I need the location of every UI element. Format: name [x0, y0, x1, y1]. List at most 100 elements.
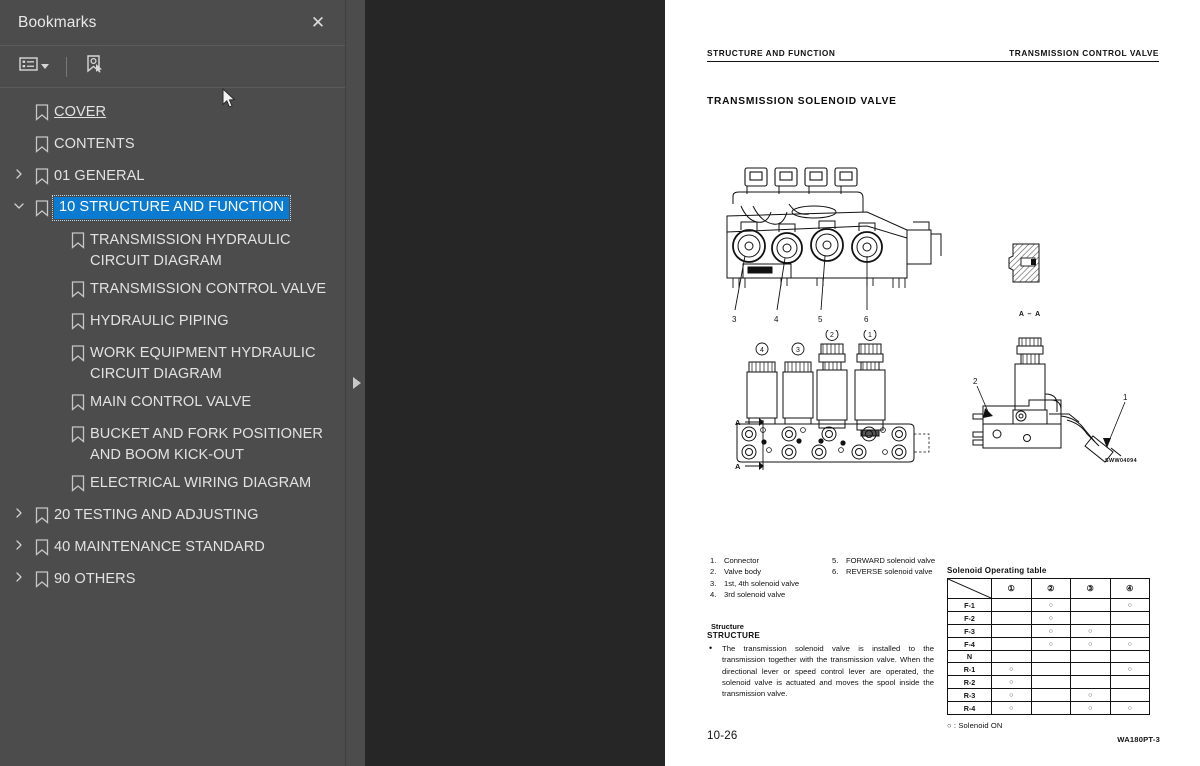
expand-panel-arrow-icon[interactable] [352, 377, 361, 389]
table-cell: ○ [1030, 598, 1071, 612]
bookmark-icon [66, 342, 90, 362]
part-legend-item: 3. 1st, 4th solenoid valve [710, 578, 818, 589]
table-row-header: R-4 [947, 701, 992, 715]
table-cell: ○ [991, 688, 1032, 702]
part-name: Valve body [724, 567, 762, 577]
table-row-header: R-2 [947, 675, 992, 689]
table-cell [1109, 624, 1150, 638]
chevron-right-icon[interactable] [8, 568, 30, 582]
panel-splitter[interactable] [345, 0, 365, 766]
svg-text:2: 2 [830, 332, 834, 339]
table-row-header: F-1 [947, 598, 992, 612]
table-cell [1070, 598, 1111, 612]
structure-body-text: The transmission solenoid valve is insta… [722, 644, 934, 699]
bookmark-item-10-structure-and-function[interactable]: 10 STRUCTURE AND FUNCTION [0, 194, 345, 226]
table-cell: ○ [1030, 624, 1071, 638]
bookmark-icon [30, 165, 54, 185]
bookmark-icon [30, 568, 54, 588]
bookmark-item-electrical-wiring-diagram[interactable]: ELECTRICAL WIRING DIAGRAM [0, 469, 345, 501]
table-cell: ○ [1070, 624, 1111, 638]
table-cell: ○ [1070, 701, 1111, 715]
bookmarks-tree[interactable]: COVER CONTENTS 01 GENERAL 10 STRUCTURE AND … [0, 88, 345, 766]
table-column-header: ④ [1109, 578, 1150, 599]
chevron-right-icon[interactable] [8, 504, 30, 518]
table-cell [991, 611, 1032, 625]
bookmark-item-hydraulic-piping[interactable]: HYDRAULIC PIPING [0, 307, 345, 339]
bookmark-icon [66, 423, 90, 443]
new-bookmark-button[interactable] [81, 51, 107, 82]
svg-text:A: A [735, 418, 741, 427]
part-name: Connector [724, 556, 760, 565]
bookmark-item-label: MAIN CONTROL VALVE [90, 394, 252, 410]
table-cell: ○ [1109, 662, 1150, 676]
solenoid-on-marker: ○ [1009, 705, 1014, 712]
chevron-down-icon[interactable] [8, 197, 30, 211]
bookmark-item-cover[interactable]: COVER [0, 98, 345, 130]
solenoid-on-marker: ○ [1048, 615, 1053, 622]
document-viewer[interactable]: STRUCTURE AND FUNCTION TRANSMISSION CONT… [365, 0, 1200, 766]
table-cell [1030, 701, 1071, 715]
bookmark-icon [30, 101, 54, 121]
bookmark-item-transmission-control-valve[interactable]: TRANSMISSION CONTROL VALVE [0, 275, 345, 307]
bookmark-item-20-testing-and-adjusting[interactable]: 20 TESTING AND ADJUSTING [0, 501, 345, 533]
bookmarks-toolbar [0, 46, 345, 88]
table-row-header: R-3 [947, 688, 992, 702]
page-number: 10-26 [707, 730, 738, 742]
svg-text:3: 3 [732, 315, 737, 324]
pdf-page: STRUCTURE AND FUNCTION TRANSMISSION CONT… [665, 0, 1200, 766]
bookmark-item-40-maintenance-standard[interactable]: 40 MAINTENANCE STANDARD [0, 533, 345, 565]
table-header-row: ①②③④ [947, 578, 1150, 599]
table-column-header: ③ [1070, 578, 1111, 599]
chevron-right-icon[interactable] [8, 536, 30, 550]
structure-subtitle: Structure [711, 622, 744, 631]
solenoid-on-marker: ○ [1127, 666, 1132, 673]
bookmark-item-transmission-hydraulic-circuit-diagram[interactable]: TRANSMISSION HYDRAULIC CIRCUIT DIAGRAM [0, 226, 345, 275]
table-row-header: R-1 [947, 662, 992, 676]
page-title: TRANSMISSION SOLENOID VALVE [707, 96, 897, 107]
svg-text:5: 5 [818, 315, 823, 324]
bookmark-item-01-general[interactable]: 01 GENERAL [0, 162, 345, 194]
part-name: REVERSE solenoid valve [846, 567, 933, 577]
solenoid-on-marker: ○ [1048, 628, 1053, 635]
close-icon[interactable]: ✕ [305, 10, 331, 36]
table-cell [1109, 688, 1150, 702]
bookmark-icon [30, 536, 54, 556]
single-solenoid-valve-diagram: 2 1 SWW04094 [965, 330, 1160, 475]
solenoid-operating-table-block: Solenoid Operating table ①②③④ F-1 ○ ○ F-2 ○ F… [947, 566, 1157, 730]
table-row: F-4 ○ ○ ○ [947, 637, 1150, 651]
svg-text:1: 1 [1123, 393, 1128, 402]
bookmark-item-90-others[interactable]: 90 OTHERS [0, 565, 345, 597]
chevron-right-icon[interactable] [8, 165, 30, 179]
solenoid-on-marker: ○ [1088, 628, 1093, 635]
table-cell [991, 637, 1032, 651]
table-cell: ○ [1109, 637, 1150, 651]
list-options-button[interactable] [16, 53, 52, 80]
part-legend-item: 2. Valve body [710, 566, 818, 577]
bookmark-item-work-equipment-hydraulic-circuit-diagram[interactable]: WORK EQUIPMENT HYDRAULIC CIRCUIT DIAGRAM [0, 339, 345, 388]
table-cell: ○ [991, 662, 1032, 676]
structure-section: Structure STRUCTURE • The transmission s… [707, 622, 947, 699]
bookmark-item-contents[interactable]: CONTENTS [0, 130, 345, 162]
bookmark-item-main-control-valve[interactable]: MAIN CONTROL VALVE [0, 388, 345, 420]
table-row-header: F-3 [947, 624, 992, 638]
bookmarks-panel-title: Bookmarks [18, 13, 97, 31]
bookmark-icon [66, 310, 90, 330]
bookmark-icon [30, 504, 54, 524]
document-code: WA180PT-3 [1117, 735, 1160, 744]
svg-text:A: A [735, 462, 741, 471]
bookmark-icon [30, 133, 54, 153]
bookmark-item-label: HYDRAULIC PIPING [90, 313, 229, 329]
parts-legend-column-left: 1. Connector 2. Valve body 3. 1st, 4th soleno… [710, 555, 818, 601]
header-left-text: STRUCTURE AND FUNCTION [707, 48, 836, 58]
table-row-header: F-4 [947, 637, 992, 651]
svg-text:2: 2 [973, 377, 978, 386]
bookmarks-panel: Bookmarks ✕ COVER CONTENTS 01 GENERAL 10… [0, 0, 345, 766]
part-legend-item: 6. REVERSE solenoid valve [832, 566, 940, 577]
solenoid-operating-table: ①②③④ F-1 ○ ○ F-2 ○ F-3 ○ ○ F-4 ○ ○ ○ N R-1 ○ ○ R-2 ○ R-3 ○ ○… [947, 578, 1150, 715]
bookmark-item-label: 01 GENERAL [54, 168, 145, 184]
bookmark-item-bucket-and-fork-positioner-and-boom-kick-out[interactable]: BUCKET AND FORK POSITIONER AND BOOM KICK… [0, 420, 345, 469]
